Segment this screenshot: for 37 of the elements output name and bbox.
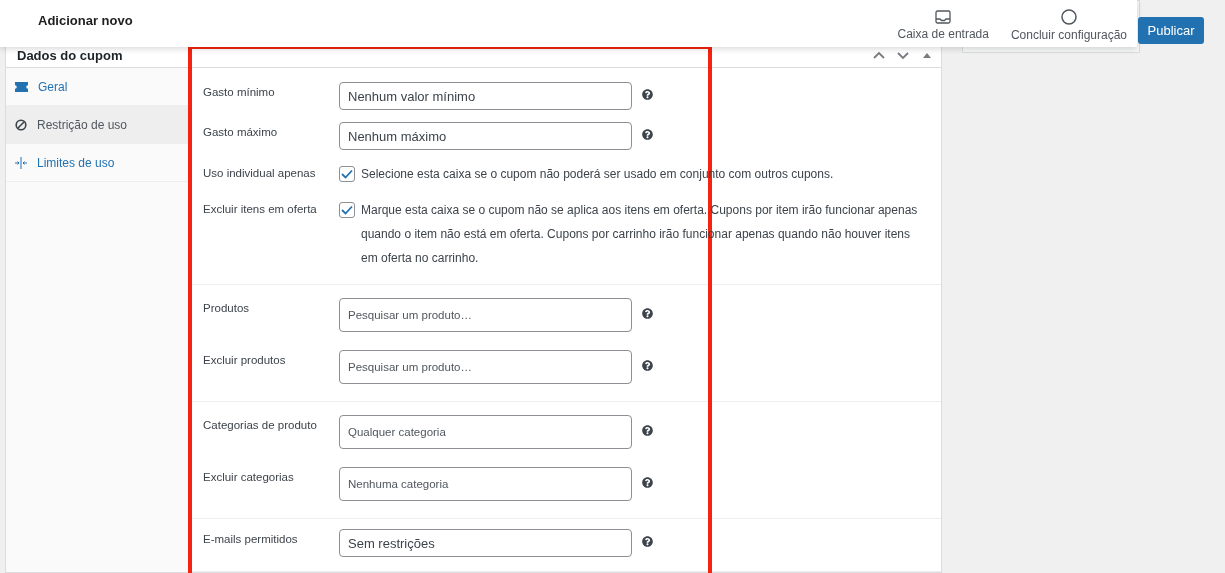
field-label: Excluir itens em oferta xyxy=(202,202,318,215)
field-label: Produtos xyxy=(202,301,251,314)
checkbox[interactable] xyxy=(339,166,355,182)
help-icon[interactable] xyxy=(642,360,653,371)
inbox-icon xyxy=(935,10,952,24)
panel-tab[interactable]: Limites de uso xyxy=(6,144,188,182)
ban-icon xyxy=(15,118,27,131)
help-icon[interactable] xyxy=(642,477,653,488)
ticket-icon xyxy=(15,81,28,92)
toolbar-link[interactable]: Concluir configuração xyxy=(1010,5,1127,42)
field-label: Gasto mínimo xyxy=(202,85,276,98)
field-label: Excluir produtos xyxy=(202,353,287,366)
input-field[interactable]: Nenhum máximo xyxy=(339,122,632,150)
help-icon[interactable] xyxy=(642,308,653,319)
panel-tab[interactable]: Restrição de uso xyxy=(6,106,188,144)
help-icon[interactable] xyxy=(642,89,653,100)
field-label: E-mails permitidos xyxy=(202,532,299,545)
search-select-field[interactable]: Pesquisar um produto… xyxy=(339,298,632,332)
toolbar-link[interactable]: Caixa de entrada xyxy=(897,6,989,41)
input-field[interactable]: Nenhum valor mínimo xyxy=(339,82,632,110)
checkbox[interactable] xyxy=(339,202,355,218)
search-select-field[interactable]: Nenhuma categoria xyxy=(339,467,632,501)
field-label: Categorias de produto xyxy=(202,418,318,431)
panel-title: Dados do cupom xyxy=(17,47,123,63)
help-icon[interactable] xyxy=(642,536,653,547)
help-icon[interactable] xyxy=(642,425,653,436)
search-select-field[interactable]: Pesquisar um produto… xyxy=(339,350,632,384)
help-icon[interactable] xyxy=(642,129,653,140)
publish-button[interactable]: Publicar xyxy=(1138,17,1204,44)
input-field[interactable]: Sem restrições xyxy=(339,529,632,557)
limits-icon xyxy=(15,156,27,169)
field-label: Gasto máximo xyxy=(202,125,279,138)
field-label: Excluir categorias xyxy=(202,470,295,483)
page-title: Adicionar novo xyxy=(38,13,133,28)
field-label: Uso individual apenas xyxy=(202,166,317,179)
search-select-field[interactable]: Qualquer categoria xyxy=(339,415,632,449)
progress-circle-icon xyxy=(1060,9,1077,25)
